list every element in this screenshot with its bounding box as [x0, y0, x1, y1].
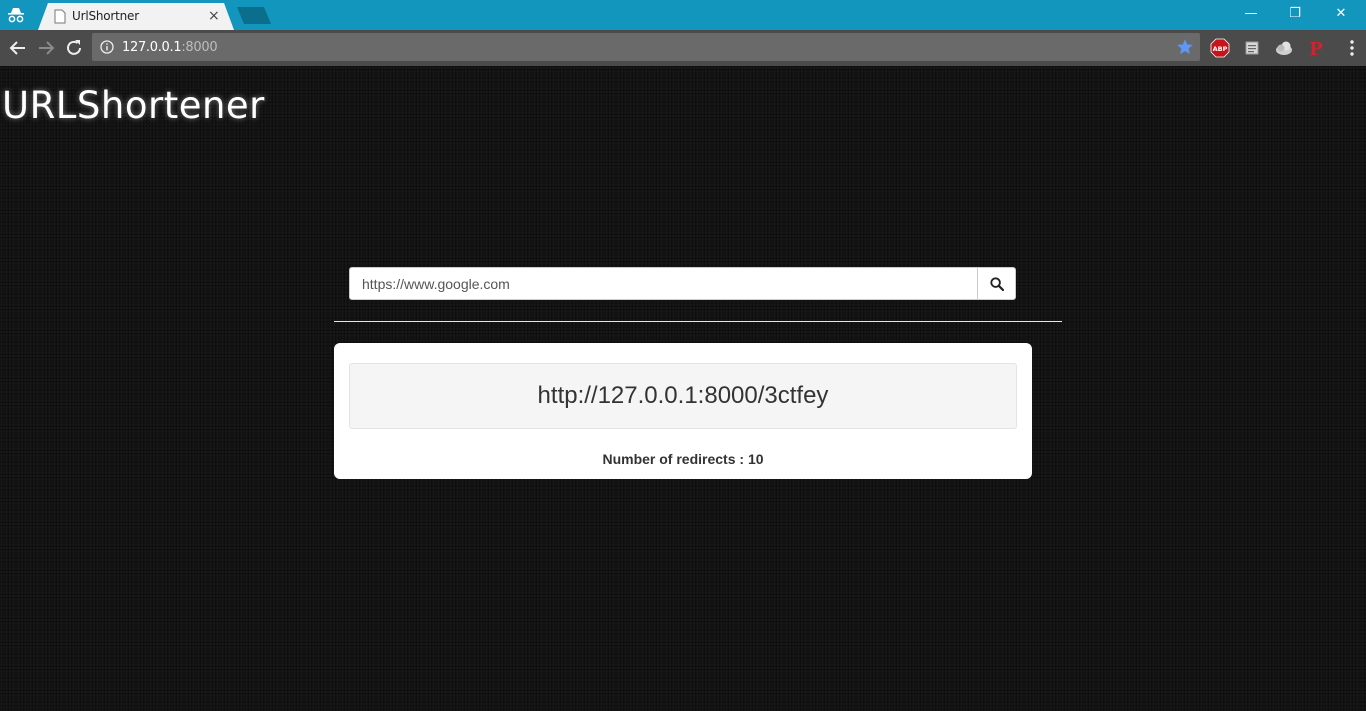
tab-strip: UrlShortner × — ❐ ✕ — [0, 0, 1366, 30]
tab-close-icon[interactable]: × — [208, 7, 220, 25]
reader-extension-icon[interactable] — [1242, 38, 1262, 58]
address-bar[interactable]: 127.0.0.1:8000 — [92, 33, 1200, 61]
search-button[interactable] — [977, 268, 1015, 299]
url-port: :8000 — [181, 40, 218, 55]
redirect-count: Number of redirects : 10 — [602, 451, 764, 467]
brand-title: URLShortener — [2, 84, 265, 127]
adblock-plus-icon[interactable]: ABP — [1210, 38, 1230, 58]
page-favicon-icon — [54, 9, 66, 24]
new-tab-button[interactable] — [237, 7, 271, 24]
short-url[interactable]: http://127.0.0.1:8000/3ctfey — [538, 382, 829, 410]
bookmark-star-icon[interactable] — [1176, 38, 1194, 56]
address-url: 127.0.0.1:8000 — [122, 40, 218, 55]
window-close-button[interactable]: ✕ — [1318, 3, 1364, 25]
forward-arrow-icon[interactable] — [34, 36, 58, 60]
url-search-group — [349, 267, 1016, 300]
cloud-extension-icon[interactable] — [1274, 38, 1294, 58]
url-host: 127.0.0.1 — [122, 40, 182, 55]
site-info-icon[interactable] — [100, 40, 114, 54]
divider-line — [334, 321, 1062, 322]
short-url-box: http://127.0.0.1:8000/3ctfey — [349, 363, 1017, 429]
pinterest-icon[interactable]: P — [1306, 38, 1326, 58]
page-content: URLShortener http://127.0.0.1:8000/3ctfe… — [0, 66, 1366, 711]
svg-text:ABP: ABP — [1213, 45, 1228, 53]
minimize-button[interactable]: — — [1228, 3, 1274, 25]
browser-toolbar: 127.0.0.1:8000 ABP P — [0, 30, 1366, 66]
restore-button[interactable]: ❐ — [1272, 3, 1318, 25]
tab-active[interactable]: UrlShortner × — [38, 3, 234, 30]
reload-icon[interactable] — [62, 36, 86, 60]
incognito-icon[interactable] — [6, 5, 26, 25]
tab-title: UrlShortner — [72, 9, 139, 23]
svg-text:P: P — [1309, 39, 1323, 58]
menu-kebab-icon[interactable] — [1342, 38, 1362, 58]
search-icon — [989, 276, 1004, 291]
url-input[interactable] — [350, 268, 977, 299]
result-card: http://127.0.0.1:8000/3ctfey Number of r… — [334, 343, 1032, 479]
back-arrow-icon[interactable] — [6, 36, 30, 60]
